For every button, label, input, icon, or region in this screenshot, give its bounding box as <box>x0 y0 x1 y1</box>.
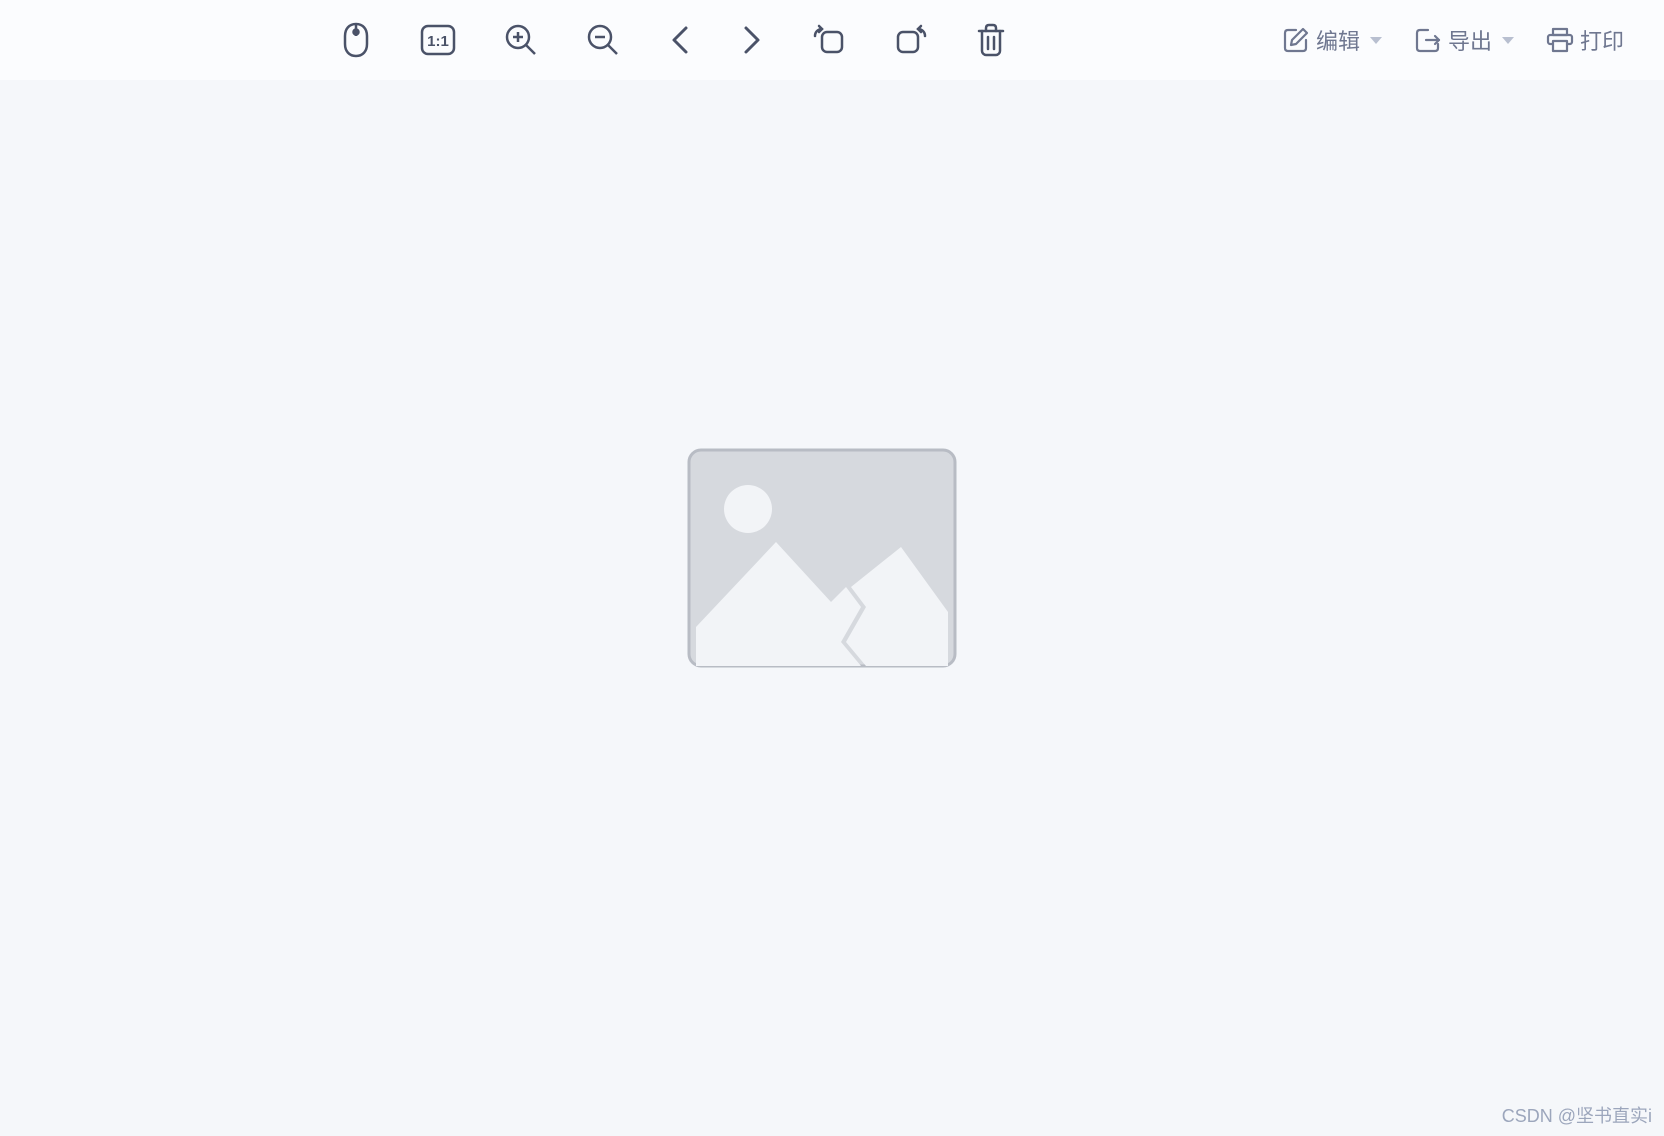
actual-size-button[interactable]: 1:1 <box>420 24 456 56</box>
chevron-down-icon <box>1370 37 1382 44</box>
zoom-in-button[interactable] <box>504 23 538 57</box>
toolbar-left-group: 1:1 <box>20 22 1006 58</box>
export-label: 导出 <box>1448 24 1492 56</box>
rotate-left-icon <box>812 24 846 56</box>
rotate-right-button[interactable] <box>894 24 928 56</box>
zoom-out-icon <box>586 23 620 57</box>
broken-image-placeholder <box>686 447 958 669</box>
toolbar: 1:1 <box>0 0 1664 80</box>
print-icon <box>1546 26 1574 54</box>
rotate-right-icon <box>894 24 928 56</box>
rotate-left-button[interactable] <box>812 24 846 56</box>
print-button[interactable]: 打印 <box>1546 24 1624 56</box>
canvas-area: CSDN @坚书直实i <box>0 80 1664 1136</box>
mouse-tool-button[interactable] <box>340 22 372 58</box>
svg-text:1:1: 1:1 <box>427 33 449 50</box>
trash-icon <box>976 23 1006 57</box>
edit-button[interactable]: 编辑 <box>1282 24 1382 56</box>
zoom-out-button[interactable] <box>586 23 620 57</box>
delete-button[interactable] <box>976 23 1006 57</box>
edit-label: 编辑 <box>1316 24 1360 56</box>
watermark-text: CSDN @坚书直实i <box>1502 1102 1652 1128</box>
export-button[interactable]: 导出 <box>1414 24 1514 56</box>
export-icon <box>1414 26 1442 54</box>
toolbar-right-group: 编辑 导出 打印 <box>1282 24 1644 56</box>
chevron-right-icon <box>740 24 764 56</box>
broken-image-icon <box>686 447 958 669</box>
one-to-one-icon: 1:1 <box>420 24 456 56</box>
previous-button[interactable] <box>668 24 692 56</box>
print-label: 打印 <box>1580 24 1624 56</box>
edit-icon <box>1282 26 1310 54</box>
chevron-left-icon <box>668 24 692 56</box>
next-button[interactable] <box>740 24 764 56</box>
mouse-icon <box>340 22 372 58</box>
zoom-in-icon <box>504 23 538 57</box>
chevron-down-icon <box>1502 37 1514 44</box>
